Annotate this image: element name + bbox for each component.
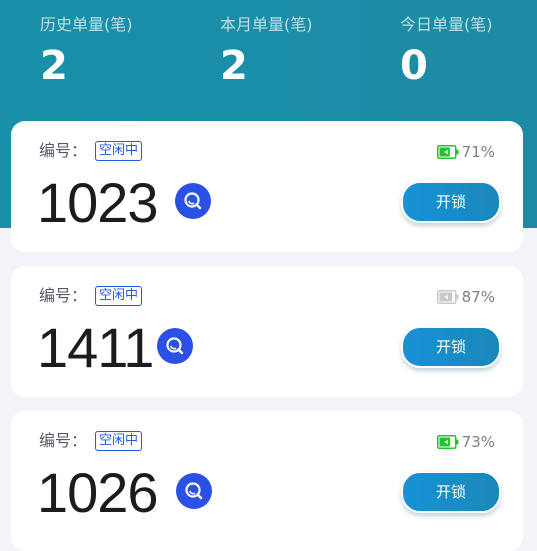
stat-month: 本月单量(笔) 2 [220, 14, 313, 90]
battery-indicator: 71% [436, 143, 495, 161]
battery-percent: 73% [461, 433, 495, 451]
id-label: 编号： [39, 141, 88, 160]
status-badge: 空闲中 [95, 141, 143, 161]
search-icon [185, 482, 203, 500]
bike-card: 编号： 空闲中 87% 1411 开锁 [11, 266, 523, 397]
battery-icon [436, 435, 459, 449]
stat-today: 今日单量(笔) 0 [400, 14, 493, 90]
stat-history-label: 历史单量(笔) [40, 15, 133, 34]
bike-number: 1026 [37, 461, 159, 524]
battery-icon [436, 145, 459, 159]
search-icon [184, 192, 202, 210]
status-badge: 空闲中 [95, 286, 143, 306]
locate-button[interactable] [176, 473, 212, 509]
battery-indicator: 87% [436, 288, 495, 306]
unlock-button[interactable]: 开锁 [401, 471, 501, 513]
bike-number: 1411 [37, 316, 154, 379]
stat-month-value: 2 [220, 43, 248, 89]
stat-month-label: 本月单量(笔) [220, 15, 313, 34]
unlock-button[interactable]: 开锁 [401, 326, 501, 368]
search-icon [166, 337, 184, 355]
locate-button[interactable] [157, 328, 193, 364]
unlock-button[interactable]: 开锁 [401, 181, 501, 223]
status-badge: 空闲中 [95, 431, 143, 451]
id-label: 编号： [39, 431, 88, 450]
bike-card: 编号： 空闲中 71% 1023 开锁 [11, 121, 523, 252]
bike-number: 1023 [37, 171, 159, 234]
stat-today-value: 0 [400, 43, 428, 89]
bike-card: 编号： 空闲中 73% 1026 开锁 [11, 411, 523, 551]
stat-history: 历史单量(笔) 2 [40, 14, 133, 90]
battery-indicator: 73% [436, 433, 495, 451]
battery-percent: 71% [461, 143, 495, 161]
battery-percent: 87% [461, 288, 495, 306]
stat-history-value: 2 [40, 43, 68, 89]
locate-button[interactable] [175, 183, 211, 219]
stat-today-label: 今日单量(笔) [400, 15, 493, 34]
battery-icon [436, 290, 459, 304]
id-label: 编号： [39, 286, 88, 305]
